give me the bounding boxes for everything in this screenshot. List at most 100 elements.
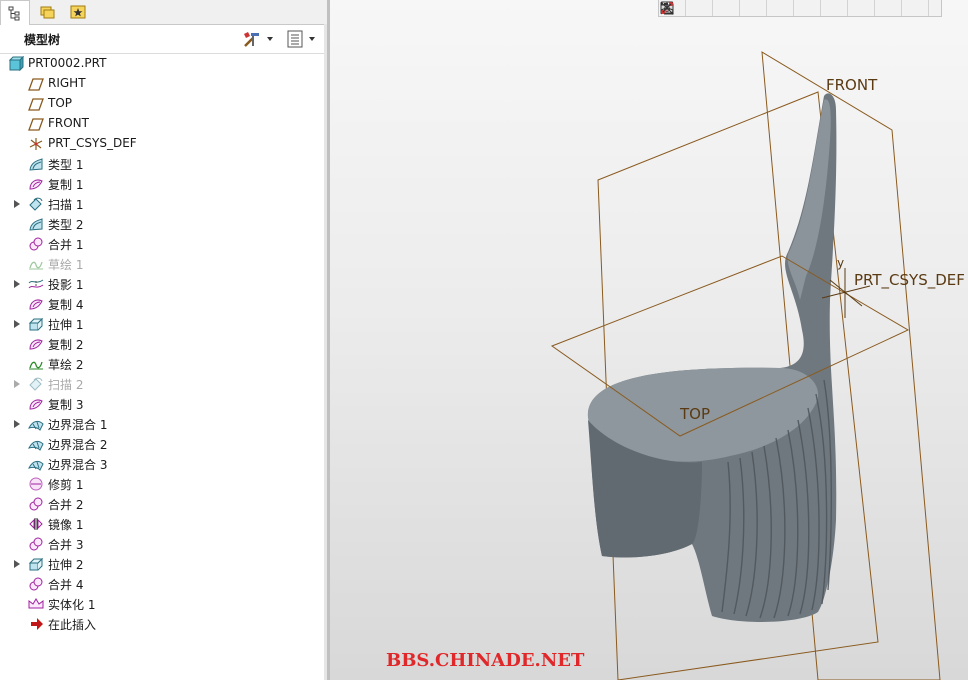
expand-arrow-icon[interactable] — [14, 280, 20, 288]
tree-item-label: TOP — [48, 96, 73, 110]
tree-item[interactable]: 合并 4 — [0, 574, 324, 594]
tree-item-label: 扫描 1 — [48, 198, 84, 212]
tree-item[interactable]: 在此插入 — [0, 614, 324, 634]
tree-item-label: 投影 1 — [48, 278, 84, 292]
boundary-blend-icon — [28, 440, 44, 451]
annotation-display-button[interactable] — [661, 0, 929, 16]
tree-header: 模型树 — [0, 25, 324, 54]
tree-item[interactable]: 复制 3 — [0, 394, 324, 414]
merge-icon — [29, 497, 43, 511]
tree-item[interactable]: 草绘 1 — [0, 254, 324, 274]
spin-center-button[interactable] — [660, 0, 902, 16]
sweep-icon — [29, 377, 43, 391]
tree-item-label: 复制 4 — [48, 298, 84, 312]
tree-item[interactable]: 边界混合 2 — [0, 434, 324, 454]
favorites-tab[interactable] — [64, 0, 92, 23]
sweep-icon — [29, 197, 43, 211]
tree-item-label: 修剪 1 — [48, 478, 84, 492]
tree-item-label: 复制 1 — [48, 178, 84, 192]
tree-item[interactable]: 扫描 2 — [0, 374, 324, 394]
tree-item[interactable]: RIGHT — [0, 74, 324, 94]
tree-item[interactable]: 类型 1 — [0, 154, 324, 174]
boundary-blend-icon — [28, 420, 44, 431]
copy-icon — [29, 339, 43, 350]
tree-item[interactable]: 实体化 1 — [0, 594, 324, 614]
graphics-viewport[interactable]: FRONT PRT_CSYS_DEF TOP y BBS.CHINADE.NET — [330, 0, 968, 680]
tree-item-label: 实体化 1 — [48, 598, 96, 612]
tree-item[interactable]: 镜像 1 — [0, 514, 324, 534]
tree-item[interactable]: 边界混合 3 — [0, 454, 324, 474]
tree-settings-icon — [244, 32, 259, 47]
tree-item[interactable]: FRONT — [0, 114, 324, 134]
tree-item[interactable]: 边界混合 1 — [0, 414, 324, 434]
front-datum-label: FRONT — [826, 76, 878, 94]
tree-title: 模型树 — [24, 33, 61, 47]
tree-item[interactable]: 合并 2 — [0, 494, 324, 514]
tree-item[interactable]: TOP — [0, 94, 324, 114]
tree-item-label: 草绘 1 — [48, 258, 84, 272]
tree-item-label: 复制 3 — [48, 398, 84, 412]
style-icon — [29, 218, 43, 231]
model-tree-tab-icon — [8, 6, 20, 21]
style-icon — [29, 158, 43, 171]
tree-item[interactable]: 投影 1 — [0, 274, 324, 294]
tree-item[interactable]: 拉伸 1 — [0, 314, 324, 334]
saved-views-button[interactable] — [661, 0, 794, 16]
model-tree-tab[interactable] — [0, 0, 30, 25]
tree-item-label: 边界混合 3 — [48, 458, 108, 472]
tree-item-label: 合并 3 — [48, 538, 84, 552]
view-toolbar — [658, 0, 942, 17]
datum-display-button[interactable] — [660, 0, 875, 16]
folder-browser-tab-icon — [40, 6, 55, 18]
annotation-display-icon — [661, 2, 673, 14]
tree-item[interactable]: PRT_CSYS_DEF — [0, 134, 324, 154]
tree-item[interactable]: 合并 1 — [0, 234, 324, 254]
merge-icon — [29, 537, 43, 551]
mirror-icon — [29, 518, 43, 530]
tree-item-label: RIGHT — [48, 76, 86, 90]
camera-button[interactable] — [660, 0, 848, 16]
tree-item-label: 合并 1 — [48, 238, 84, 252]
favorites-tab-icon — [70, 5, 86, 18]
csys-datum-label: PRT_CSYS_DEF — [854, 271, 965, 289]
trim-icon — [29, 477, 43, 491]
datum-plane-icon — [28, 78, 44, 91]
copy-icon — [29, 179, 43, 190]
extrude-icon — [28, 557, 44, 571]
datum-plane-icon — [28, 98, 44, 111]
sketch-icon — [29, 361, 43, 370]
datum-plane-icon — [28, 118, 44, 131]
tree-item-label: 拉伸 2 — [48, 558, 84, 572]
tree-item[interactable]: 合并 3 — [0, 534, 324, 554]
repaint-button[interactable] — [660, 0, 767, 16]
tree-item-label: FRONT — [48, 116, 89, 130]
merge-icon — [29, 237, 43, 251]
expand-arrow-icon[interactable] — [14, 380, 20, 388]
tree-item-label: 合并 4 — [48, 578, 84, 592]
tree-item-label: 合并 2 — [48, 498, 84, 512]
tree-settings-button[interactable] — [242, 30, 273, 48]
tree-item-label: 边界混合 2 — [48, 438, 108, 452]
zoom-out-button[interactable] — [661, 0, 740, 16]
tree-item[interactable]: 复制 2 — [0, 334, 324, 354]
tree-item[interactable]: 扫描 1 — [0, 194, 324, 214]
tree-columns-button[interactable] — [286, 30, 315, 48]
expand-arrow-icon[interactable] — [14, 320, 20, 328]
zoom-in-button[interactable] — [661, 0, 713, 16]
tree-item[interactable]: 类型 2 — [0, 214, 324, 234]
expand-arrow-icon[interactable] — [14, 200, 20, 208]
tree-item[interactable]: 修剪 1 — [0, 474, 324, 494]
watermark: BBS.CHINADE.NET — [386, 650, 585, 671]
tree-item[interactable]: 拉伸 2 — [0, 554, 324, 574]
tree-item[interactable]: 复制 4 — [0, 294, 324, 314]
tree-item[interactable]: 复制 1 — [0, 174, 324, 194]
insert-here-arrow-icon — [31, 618, 43, 630]
folder-browser-tab[interactable] — [34, 0, 62, 23]
expand-arrow-icon[interactable] — [14, 420, 20, 428]
display-style-button[interactable] — [661, 0, 821, 16]
left-panel: 模型树 PRT0002.PRT RIGHT TOP FRONT PRT_CSYS_DEF… — [0, 0, 330, 680]
tree-item[interactable]: 草绘 2 — [0, 354, 324, 374]
expand-arrow-icon[interactable] — [14, 560, 20, 568]
tree-item-label: 类型 1 — [48, 158, 84, 172]
tree-item[interactable]: PRT0002.PRT — [0, 54, 324, 74]
